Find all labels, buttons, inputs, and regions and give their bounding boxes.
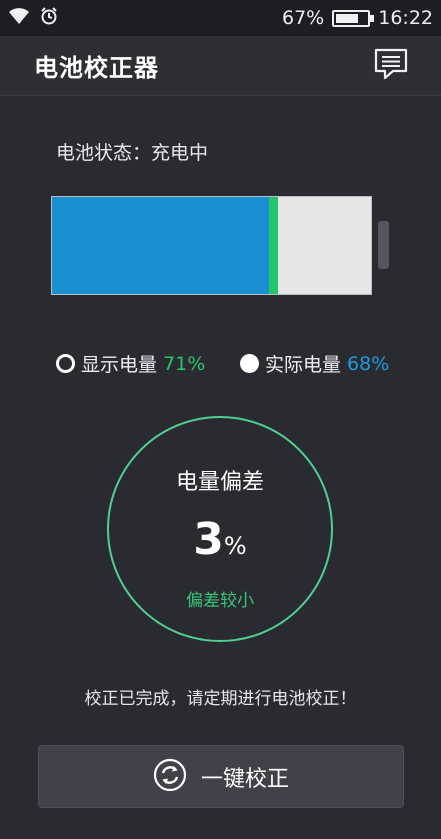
app-header: 电池校正器	[0, 36, 441, 96]
legend-actual: 实际电量 68%	[240, 350, 389, 377]
alarm-icon	[40, 7, 58, 29]
wifi-icon	[8, 7, 30, 29]
deviation-number: 3	[193, 514, 224, 565]
legend-display: 显示电量 71%	[56, 350, 205, 377]
battery-terminal	[378, 221, 389, 269]
message-icon	[373, 47, 409, 85]
status-bar: 67% 16:22	[0, 0, 441, 36]
calibration-message: 校正已完成，请定期进行电池校正！	[84, 689, 357, 709]
refresh-icon	[153, 758, 187, 796]
feedback-button[interactable]	[371, 46, 411, 86]
deviation-note: 偏差较小	[186, 591, 254, 611]
one-click-calibrate-button[interactable]: 一键校正	[38, 745, 404, 808]
page-title: 电池校正器	[34, 54, 159, 82]
actual-level-fill	[52, 197, 269, 294]
actual-level-value: 68%	[347, 352, 390, 375]
calibrate-label: 一键校正	[200, 766, 289, 792]
display-level-value: 71%	[163, 352, 206, 375]
display-level-marker	[269, 197, 278, 294]
display-level-dot-icon	[56, 354, 75, 373]
battery-percent: 67%	[282, 7, 325, 29]
actual-level-label: 实际电量	[265, 354, 342, 376]
deviation-unit: %	[223, 532, 247, 560]
deviation-value: 3%	[109, 514, 331, 565]
display-level-label: 显示电量	[81, 354, 158, 376]
deviation-title: 电量偏差	[175, 470, 264, 495]
battery-icon	[332, 9, 375, 27]
battery-level-bar	[51, 196, 372, 295]
clock: 16:22	[378, 7, 433, 29]
battery-status-label: 电池状态：充电中	[56, 142, 209, 164]
deviation-gauge: 电量偏差 3% 偏差较小	[107, 416, 333, 642]
actual-level-dot-icon	[240, 354, 259, 373]
